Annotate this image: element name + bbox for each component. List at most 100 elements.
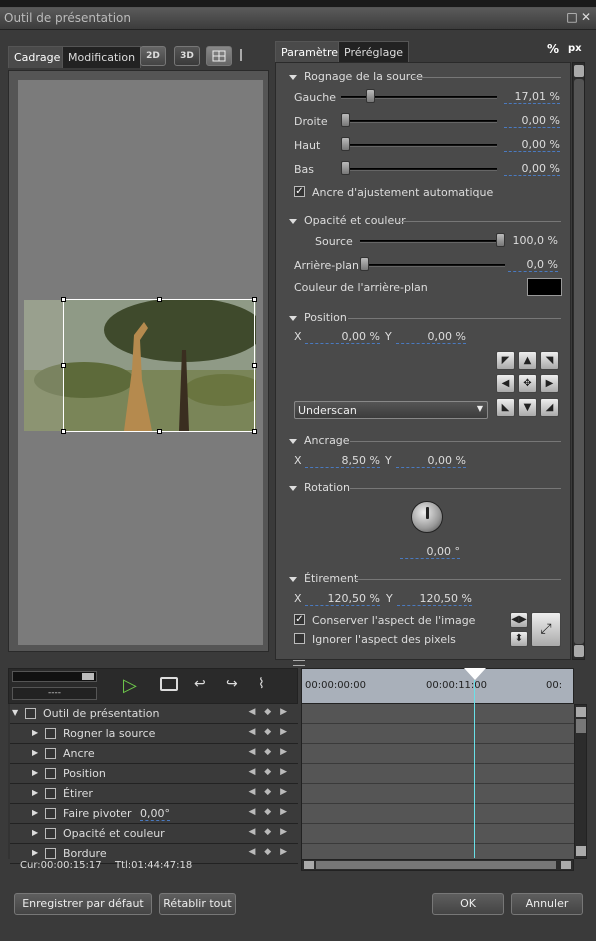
background-opacity-value[interactable]: 0,0 % [508, 258, 558, 272]
close-icon[interactable]: ✕ [580, 11, 592, 23]
scroll-down-icon[interactable] [574, 645, 584, 657]
keyframe-nav-icon[interactable]: ◀ ◆ ▶ [249, 807, 291, 817]
track-row[interactable]: ▶ Opacité et couleur ◀ ◆ ▶ [10, 824, 298, 844]
scroll-thumb[interactable] [316, 861, 556, 869]
resize-handle[interactable] [61, 297, 66, 302]
zoom-select[interactable]: ---- [12, 687, 97, 700]
expand-icon[interactable]: ▶ [32, 728, 38, 737]
track-row[interactable]: ▶ Ancre ◀ ◆ ▶ [10, 744, 298, 764]
resize-handle[interactable] [252, 297, 257, 302]
keyframe-nav-icon[interactable]: ◀ ◆ ▶ [249, 747, 291, 757]
expand-icon[interactable]: ▶ [32, 808, 38, 817]
background-opacity-slider[interactable] [360, 257, 369, 271]
track-checkbox[interactable] [45, 768, 56, 779]
crop-top-value[interactable]: 0,00 % [504, 138, 560, 152]
tab-modification[interactable]: Modification [62, 46, 142, 68]
percent-unit-button[interactable]: % [547, 42, 559, 56]
track-checkbox[interactable] [25, 708, 36, 719]
cancel-button[interactable]: Annuler [511, 893, 583, 915]
track-checkbox[interactable] [45, 848, 56, 859]
align-bottom-left-button[interactable]: ◣ [496, 398, 515, 417]
keyframe-nav-icon[interactable]: ◀ ◆ ▶ [249, 787, 291, 797]
tab-cadrage[interactable]: Cadrage [8, 46, 67, 68]
stretch-y-value[interactable]: 120,50 % [397, 592, 472, 606]
keyframe-row[interactable] [302, 764, 574, 784]
resize-handle[interactable] [157, 297, 162, 302]
scroll-right-icon[interactable] [561, 861, 571, 869]
save-default-button[interactable]: Enregistrer par défaut [14, 893, 152, 915]
crop-right-slider[interactable] [341, 113, 350, 127]
selection-frame[interactable] [61, 297, 257, 434]
section-anchor[interactable]: Ancrage [289, 434, 350, 447]
align-right-button[interactable]: ▶ [540, 374, 559, 393]
ok-button[interactable]: OK [432, 893, 504, 915]
swap-horizontal-button[interactable]: ◀▶ [510, 612, 528, 628]
expand-icon[interactable]: ▶ [32, 848, 38, 857]
keyframe-row[interactable] [302, 804, 574, 824]
scan-mode-select[interactable]: Underscan ▼ [294, 401, 488, 419]
resize-handle[interactable] [61, 429, 66, 434]
keyframe-nav-icon[interactable]: ◀ ◆ ▶ [249, 727, 291, 737]
view-3d-button[interactable]: 3D [174, 46, 200, 66]
zoom-thumb[interactable] [82, 673, 94, 680]
position-x-value[interactable]: 0,00 % [305, 330, 380, 344]
section-crop[interactable]: Rognage de la source [289, 70, 423, 83]
crop-bottom-slider[interactable] [341, 161, 350, 175]
timeline-vscroll[interactable] [574, 704, 587, 859]
background-color-swatch[interactable] [527, 278, 562, 296]
playhead-marker[interactable] [464, 668, 486, 680]
rotation-value[interactable]: 0,00 ° [400, 545, 460, 559]
px-unit-button[interactable]: px [568, 43, 582, 54]
timeline-hscroll[interactable] [301, 859, 574, 871]
section-opacity[interactable]: Opacité et couleur [289, 214, 406, 227]
swap-vertical-button[interactable]: ⬍ [510, 631, 528, 647]
keyframe-row[interactable] [302, 744, 574, 764]
resize-handle[interactable] [157, 429, 162, 434]
expand-icon[interactable]: ▶ [32, 828, 38, 837]
keyframe-nav-icon[interactable]: ◀ ◆ ▶ [249, 847, 291, 857]
align-bottom-right-button[interactable]: ◢ [540, 398, 559, 417]
track-checkbox[interactable] [45, 828, 56, 839]
resize-handle[interactable] [61, 363, 66, 368]
track-row[interactable]: ▶ Position ◀ ◆ ▶ [10, 764, 298, 784]
keyframe-nav-icon[interactable]: ◀ ◆ ▶ [249, 767, 291, 777]
loop-back-icon[interactable]: ↩ [194, 676, 206, 692]
scroll-thumb[interactable] [576, 719, 586, 733]
position-y-value[interactable]: 0,00 % [396, 330, 466, 344]
scroll-thumb[interactable] [574, 79, 584, 644]
crop-top-slider[interactable] [341, 137, 350, 151]
crop-left-value[interactable]: 17,01 % [504, 90, 560, 104]
grid-view-button[interactable] [206, 46, 232, 66]
align-center-button[interactable]: ✥ [518, 374, 537, 393]
keyframe-row[interactable] [302, 724, 574, 744]
comment-icon[interactable] [160, 677, 178, 691]
source-opacity-value[interactable]: 100,0 % [508, 234, 558, 248]
fit-frame-button[interactable]: ⤢ [531, 612, 561, 647]
track-row[interactable]: ▶ Étirer ◀ ◆ ▶ [10, 784, 298, 804]
section-rotation[interactable]: Rotation [289, 481, 350, 494]
view-2d-button[interactable]: 2D [140, 46, 166, 66]
track-checkbox[interactable] [45, 748, 56, 759]
align-bottom-button[interactable]: ▼ [518, 398, 537, 417]
keyframe-row[interactable] [302, 824, 574, 844]
track-row[interactable]: ▼ Outil de présentation ◀ ◆ ▶ [10, 704, 298, 724]
tab-prereglage[interactable]: Préréglage [338, 41, 410, 63]
section-position[interactable]: Position [289, 311, 347, 324]
graph-icon[interactable]: ⌇ [258, 676, 265, 692]
resize-handle[interactable] [252, 429, 257, 434]
keyframe-row[interactable] [302, 704, 574, 724]
crop-right-value[interactable]: 0,00 % [504, 114, 560, 128]
track-checkbox[interactable] [45, 808, 56, 819]
splitter-handle[interactable] [293, 660, 305, 666]
align-top-left-button[interactable]: ◤ [496, 351, 515, 370]
track-checkbox[interactable] [45, 728, 56, 739]
keep-aspect-checkbox[interactable]: ✓ [294, 614, 305, 625]
reset-all-button[interactable]: Rétablir tout [159, 893, 236, 915]
keyframe-row[interactable] [302, 784, 574, 804]
scroll-up-icon[interactable] [576, 707, 586, 717]
rotation-track-value[interactable]: 0,00° [140, 807, 170, 821]
anchor-y-value[interactable]: 0,00 % [396, 454, 466, 468]
tab-parametre[interactable]: Paramètre [275, 41, 344, 63]
loop-forward-icon[interactable]: ↪ [226, 676, 238, 692]
expand-icon[interactable]: ▶ [32, 748, 38, 757]
